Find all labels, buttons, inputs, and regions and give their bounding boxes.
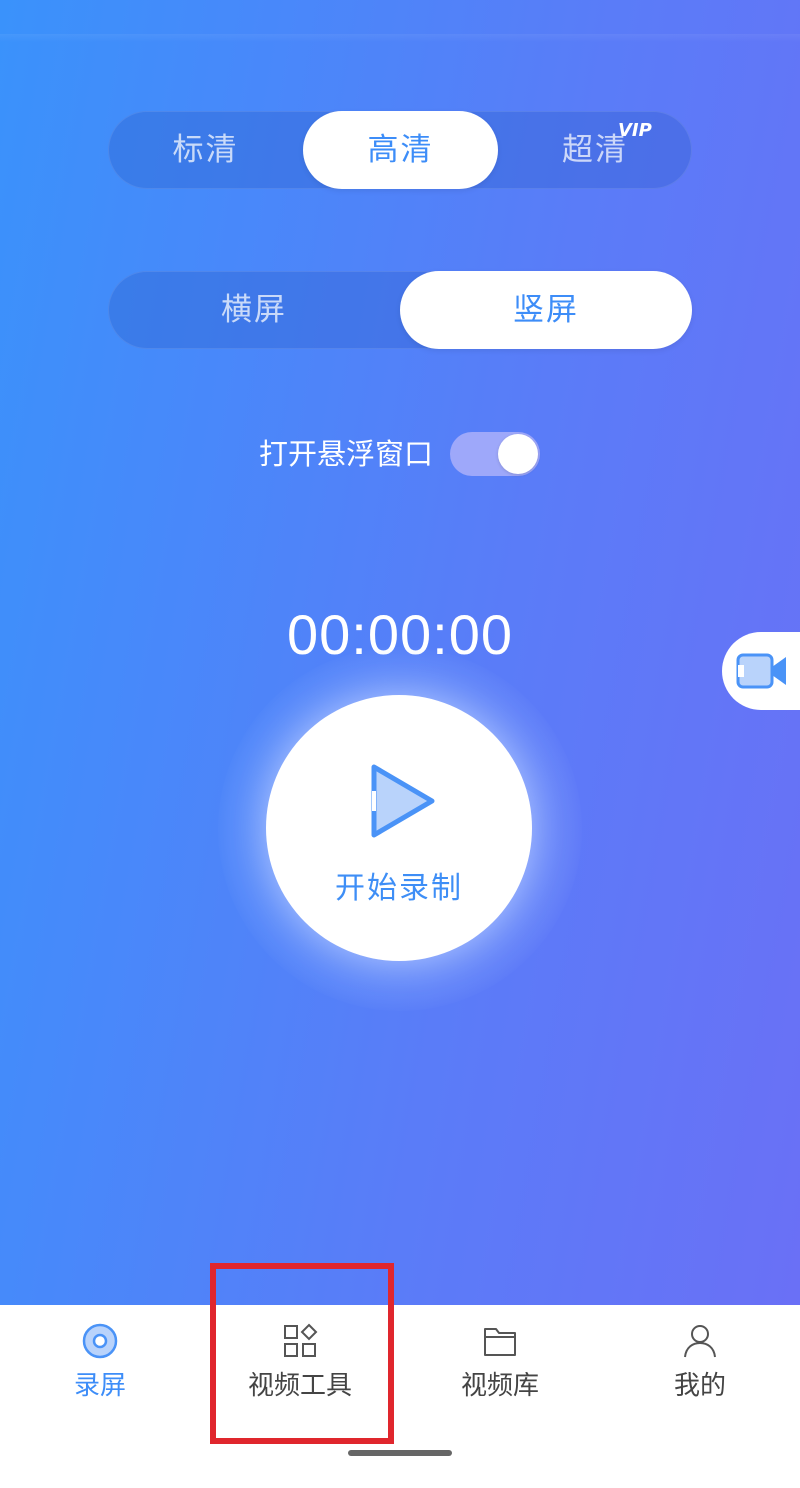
toggle-knob [498, 434, 538, 474]
floating-camera-button[interactable] [722, 632, 800, 710]
floating-window-toggle[interactable] [450, 432, 540, 476]
tab-profile[interactable]: 我的 [600, 1305, 800, 1425]
start-record-label: 开始录制 [335, 871, 463, 906]
floating-window-row: 打开悬浮窗口 [0, 430, 800, 476]
orientation-option-landscape[interactable]: 横屏 [108, 271, 400, 349]
orientation-landscape-label: 横屏 [221, 292, 287, 328]
tab-video-library[interactable]: 视频库 [400, 1305, 600, 1425]
quality-option-sd[interactable]: 标清 [108, 111, 303, 189]
home-indicator[interactable] [348, 1450, 452, 1456]
tab-profile-label: 我的 [673, 1371, 726, 1401]
vip-badge: VIP [618, 120, 652, 141]
status-bar-shadow [0, 34, 800, 42]
tab-video-library-label: 视频库 [460, 1371, 539, 1401]
record-disc-icon [82, 1323, 118, 1359]
quality-selector: 标清 高清 超清 VIP [108, 111, 692, 189]
bottom-tab-bar: 录屏 视频工具 视频库 我的 [0, 1305, 800, 1488]
tab-record-label: 录屏 [73, 1371, 126, 1401]
video-camera-icon [736, 653, 786, 689]
orientation-portrait-label: 竖屏 [513, 292, 579, 328]
orientation-option-portrait[interactable]: 竖屏 [400, 271, 692, 349]
person-icon [684, 1325, 716, 1358]
orientation-selector: 横屏 竖屏 [108, 271, 692, 349]
highlight-annotation-box [210, 1263, 394, 1444]
recorder-screen: 标清 高清 超清 VIP 横屏 竖屏 打开悬浮窗口 00:00:00 开始录制 [0, 0, 800, 1305]
quality-option-hd[interactable]: 高清 [303, 111, 498, 189]
tab-record[interactable]: 录屏 [0, 1305, 200, 1425]
play-icon [371, 764, 435, 838]
folder-icon [484, 1328, 516, 1356]
quality-option-hd-label: 高清 [367, 132, 434, 168]
floating-window-label: 打开悬浮窗口 [259, 437, 434, 471]
start-record-button[interactable]: 开始录制 [266, 695, 532, 961]
quality-option-sd-label: 标清 [172, 132, 239, 168]
quality-option-uhd[interactable]: 超清 VIP [498, 111, 692, 189]
